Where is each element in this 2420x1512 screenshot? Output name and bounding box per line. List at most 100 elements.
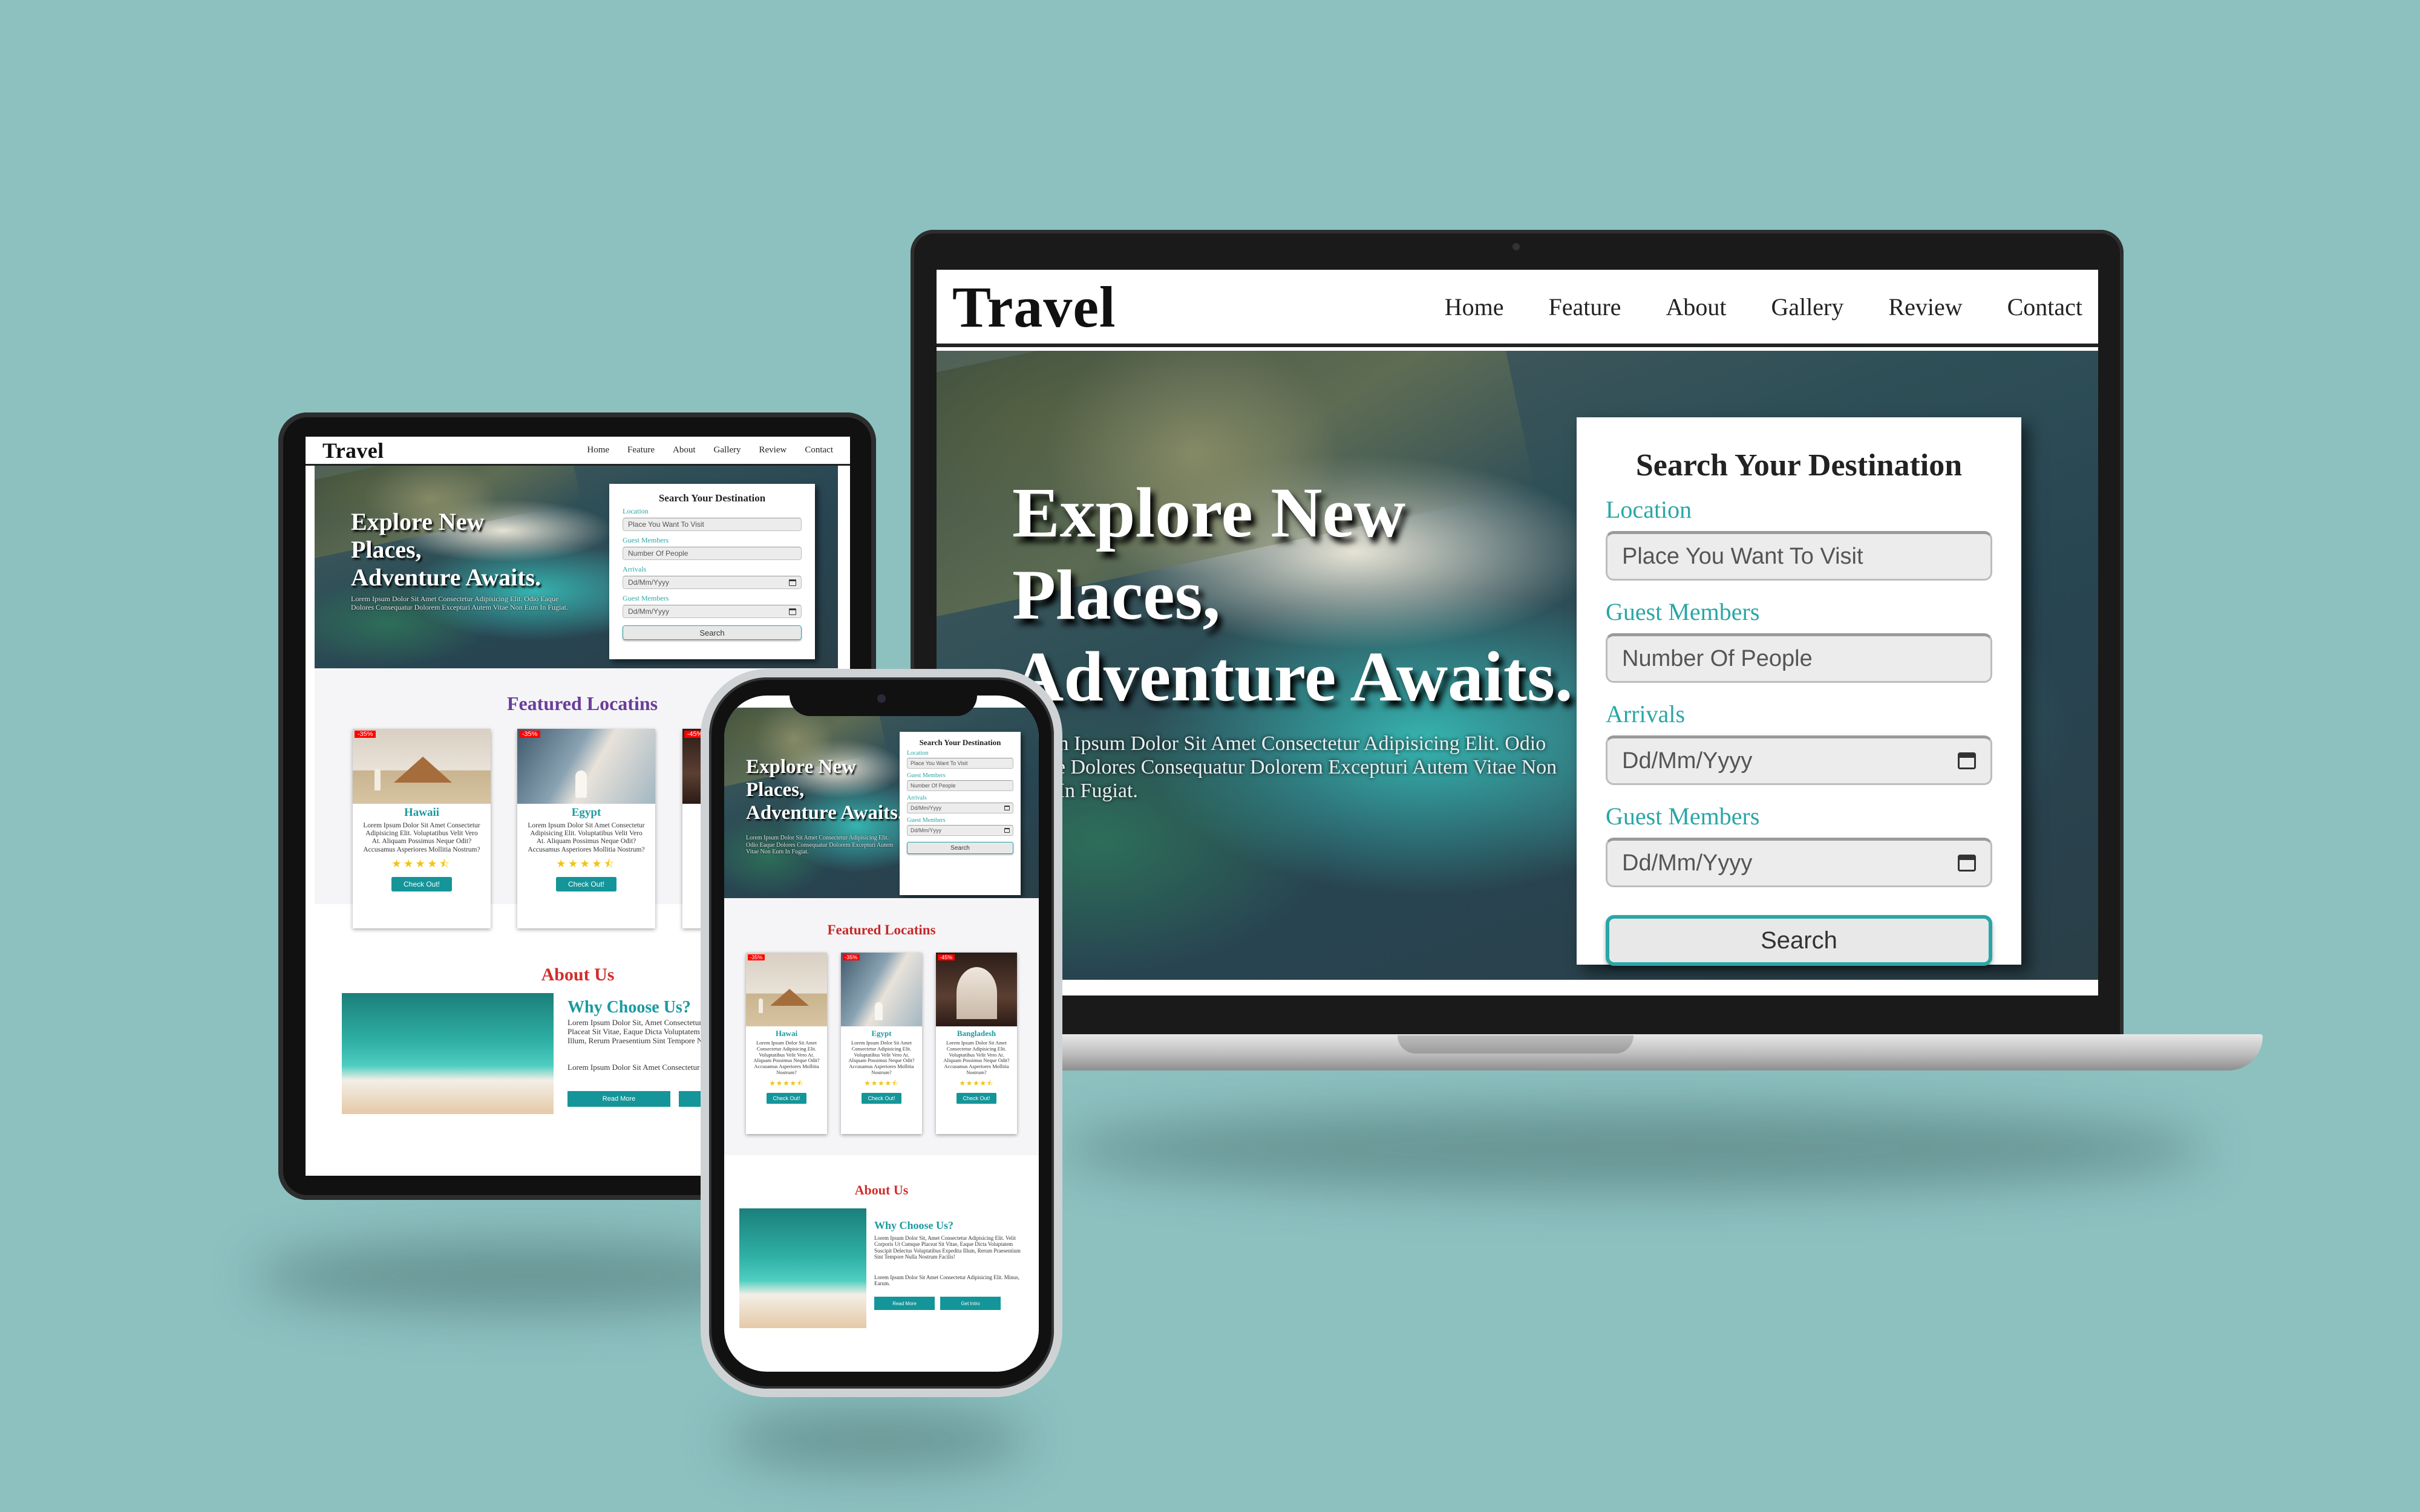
rating-stars: ★★★★⯪ — [769, 1078, 804, 1087]
nav-about[interactable]: About — [673, 445, 696, 455]
calendar-icon[interactable] — [1004, 806, 1010, 810]
nav-contact[interactable]: Contact — [2007, 293, 2082, 321]
hero-headline: Explore New Places, Adventure Awaits. — [351, 508, 541, 591]
rating-stars: ★★★★⯪ — [959, 1078, 994, 1087]
card-title: Bangladesh — [957, 1029, 996, 1038]
hero-line-3: Adventure Awaits. — [351, 564, 541, 591]
nav-gallery[interactable]: Gallery — [714, 445, 741, 455]
nav-feature[interactable]: Feature — [1548, 293, 1621, 321]
location-card: -35% Egypt Lorem Ipsum Dolor Sit Amet Co… — [517, 729, 655, 928]
search-button[interactable]: Search — [1606, 915, 1992, 966]
guest-members-label: Guest Members — [623, 536, 669, 544]
card-image: -35% — [746, 953, 827, 1026]
get-intro-button[interactable]: Get Intro — [940, 1297, 1001, 1310]
arrivals-label: Arrivals — [1606, 700, 1686, 728]
calendar-icon[interactable] — [1958, 855, 1976, 872]
rating-stars: ★★★★⯪ — [391, 857, 452, 870]
location-input[interactable]: Place You Want To Visit — [623, 518, 802, 531]
calendar-icon[interactable] — [789, 579, 796, 586]
guest-members-2-date-input[interactable]: Dd/Mm/Yyyy — [1606, 838, 1992, 887]
nav-review[interactable]: Review — [1888, 293, 1962, 321]
card-title: Egypt — [571, 806, 601, 819]
search-button[interactable]: Search — [623, 625, 802, 640]
discount-badge: -35% — [355, 731, 376, 738]
calendar-icon[interactable] — [1958, 752, 1976, 769]
phone-shadow — [726, 1409, 1028, 1470]
rating-stars: ★★★★⯪ — [864, 1078, 899, 1087]
check-out-button[interactable]: Check Out! — [957, 1092, 996, 1104]
hero-line-3: Adventure Awaits. — [1012, 637, 1573, 717]
phone-screen: Explore New Places, Adventure Awaits. Lo… — [724, 696, 1039, 1372]
nav-contact[interactable]: Contact — [805, 445, 833, 455]
logo[interactable]: Travel — [322, 438, 384, 463]
about-image — [342, 993, 554, 1114]
card-title: Hawai — [775, 1029, 798, 1038]
guest-members-2-date-input[interactable]: Dd/Mm/Yyyy — [907, 825, 1013, 836]
about-paragraph-1: Lorem Ipsum Dolor Sit, Amet Consectetur … — [874, 1235, 1021, 1260]
card-image: -45% — [936, 953, 1017, 1026]
search-form: Search Your Destination Location Place Y… — [1577, 417, 2021, 966]
arrivals-date-input[interactable]: Dd/Mm/Yyyy — [623, 576, 802, 589]
guest-members-input[interactable]: Number Of People — [907, 780, 1013, 791]
logo[interactable]: Travel — [952, 273, 1116, 341]
card-image: -35% — [517, 729, 655, 804]
card-description: Lorem Ipsum Dolor Sit Amet Consectetur A… — [848, 1040, 915, 1075]
why-choose-title: Why Choose Us? — [567, 998, 691, 1017]
laptop-shadow — [1059, 1107, 2208, 1191]
card-description: Lorem Ipsum Dolor Sit Amet Consectetur A… — [528, 822, 645, 853]
navbar: Travel Home Feature About Gallery Review… — [306, 437, 850, 466]
guest-members-input[interactable]: Number Of People — [1606, 633, 1992, 683]
card-title: Egypt — [871, 1029, 892, 1038]
hero-headline: Explore New Places, Adventure Awaits. — [1012, 472, 1573, 718]
card-title: Hawaii — [404, 806, 440, 819]
nav-home[interactable]: Home — [587, 445, 609, 455]
arrivals-date-input[interactable]: Dd/Mm/Yyyy — [1606, 735, 1992, 785]
calendar-icon[interactable] — [789, 608, 796, 615]
hero-subtitle: Lorem Ipsum Dolor Sit Amet Consectetur A… — [351, 595, 568, 611]
location-label: Location — [907, 750, 929, 757]
location-card: -35% Hawaii Lorem Ipsum Dolor Sit Amet C… — [353, 729, 491, 928]
hero-section: Explore New Places, Adventure Awaits. Lo… — [937, 351, 2098, 980]
search-title: Search Your Destination — [658, 492, 766, 504]
location-input[interactable]: Place You Want To Visit — [1606, 531, 1992, 581]
guest-members-2-date-input[interactable]: Dd/Mm/Yyyy — [623, 605, 802, 618]
check-out-button[interactable]: Check Out! — [767, 1092, 806, 1104]
hero-line-1: Explore New — [746, 756, 856, 778]
hero-line-1: Explore New — [1012, 473, 1406, 552]
nav-review[interactable]: Review — [759, 445, 787, 455]
location-card: -35% Egypt Lorem Ipsum Dolor Sit Amet Co… — [841, 953, 922, 1134]
guest-members-input[interactable]: Number Of People — [623, 547, 802, 560]
read-more-button[interactable]: Read More — [874, 1297, 935, 1310]
hero-line-2: Places, — [746, 778, 805, 801]
guest-members-label: Guest Members — [1606, 598, 1760, 625]
discount-badge: -35% — [842, 954, 860, 960]
arrivals-date-input[interactable]: Dd/Mm/Yyyy — [907, 803, 1013, 813]
about-image — [739, 1208, 866, 1328]
nav-gallery[interactable]: Gallery — [1771, 293, 1843, 321]
hero-section: Explore New Places, Adventure Awaits. Lo… — [724, 708, 1039, 898]
navbar: Travel Home Feature About Gallery Review… — [937, 270, 2098, 347]
calendar-icon[interactable] — [1004, 828, 1010, 833]
hero-section: Explore New Places, Adventure Awaits. Lo… — [315, 466, 838, 668]
card-description: Lorem Ipsum Dolor Sit Amet Consectetur A… — [943, 1040, 1010, 1075]
check-out-button[interactable]: Check Out! — [555, 876, 617, 891]
nav-about[interactable]: About — [1666, 293, 1726, 321]
read-more-button[interactable]: Read More — [567, 1091, 670, 1107]
search-button[interactable]: Search — [907, 842, 1013, 854]
nav-home[interactable]: Home — [1445, 293, 1504, 321]
hero-subtitle: Lorem Ipsum Dolor Sit Amet Consectetur A… — [746, 835, 894, 855]
location-label: Location — [623, 507, 649, 515]
nav-feature[interactable]: Feature — [627, 445, 655, 455]
guest-members-2-label: Guest Members — [1606, 803, 1760, 830]
hero-line-1: Explore New — [351, 508, 485, 535]
hero-headline: Explore New Places, Adventure Awaits. — [746, 756, 903, 825]
laptop-screen: Travel Home Feature About Gallery Review… — [937, 270, 2098, 996]
laptop-base-notch — [1398, 1035, 1634, 1054]
check-out-button[interactable]: Check Out! — [391, 876, 453, 891]
guest-members-2-label: Guest Members — [623, 594, 669, 602]
featured-title: Featured Locatins — [827, 922, 936, 937]
location-input[interactable]: Place You Want To Visit — [907, 758, 1013, 769]
arrivals-label: Arrivals — [623, 565, 647, 573]
check-out-button[interactable]: Check Out! — [862, 1092, 901, 1104]
hero-line-3: Adventure Awaits. — [746, 801, 903, 824]
